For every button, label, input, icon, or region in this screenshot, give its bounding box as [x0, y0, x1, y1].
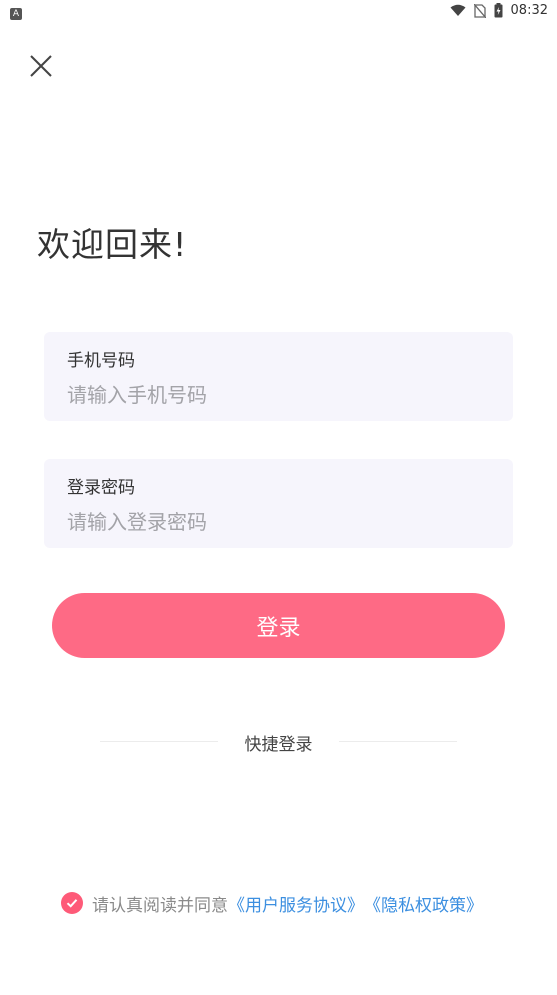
phone-label: 手机号码 — [67, 351, 135, 371]
phone-field: 手机号码 — [44, 332, 513, 421]
phone-input[interactable] — [67, 380, 487, 410]
password-field: 登录密码 — [44, 459, 513, 548]
password-label: 登录密码 — [67, 478, 135, 498]
check-icon — [66, 899, 78, 908]
no-sim-icon — [473, 3, 486, 18]
privacy-policy-link[interactable]: 《隐私权政策》 — [364, 891, 483, 916]
status-bar: A 08:32 — [0, 0, 557, 24]
agreement-checkbox[interactable] — [61, 892, 83, 914]
divider-line-right — [339, 741, 457, 742]
close-button[interactable] — [26, 51, 56, 81]
password-input[interactable] — [67, 507, 487, 537]
status-time: 08:32 — [510, 3, 548, 18]
quick-login-link[interactable]: 快捷登录 — [100, 730, 457, 755]
wifi-icon — [450, 4, 466, 16]
login-button[interactable]: 登录 — [52, 593, 505, 658]
user-agreement-link[interactable]: 《用户服务协议》 — [228, 891, 364, 916]
quick-login-divider: 快捷登录 — [100, 730, 457, 755]
agreement-row: 请认真阅读并同意 《用户服务协议》 《隐私权政策》 — [61, 890, 483, 916]
page-title: 欢迎回来! — [37, 225, 188, 264]
notification-app-icon: A — [10, 8, 22, 20]
battery-icon — [494, 3, 503, 18]
agreement-text: 请认真阅读并同意 — [92, 895, 228, 916]
close-icon — [30, 55, 52, 77]
